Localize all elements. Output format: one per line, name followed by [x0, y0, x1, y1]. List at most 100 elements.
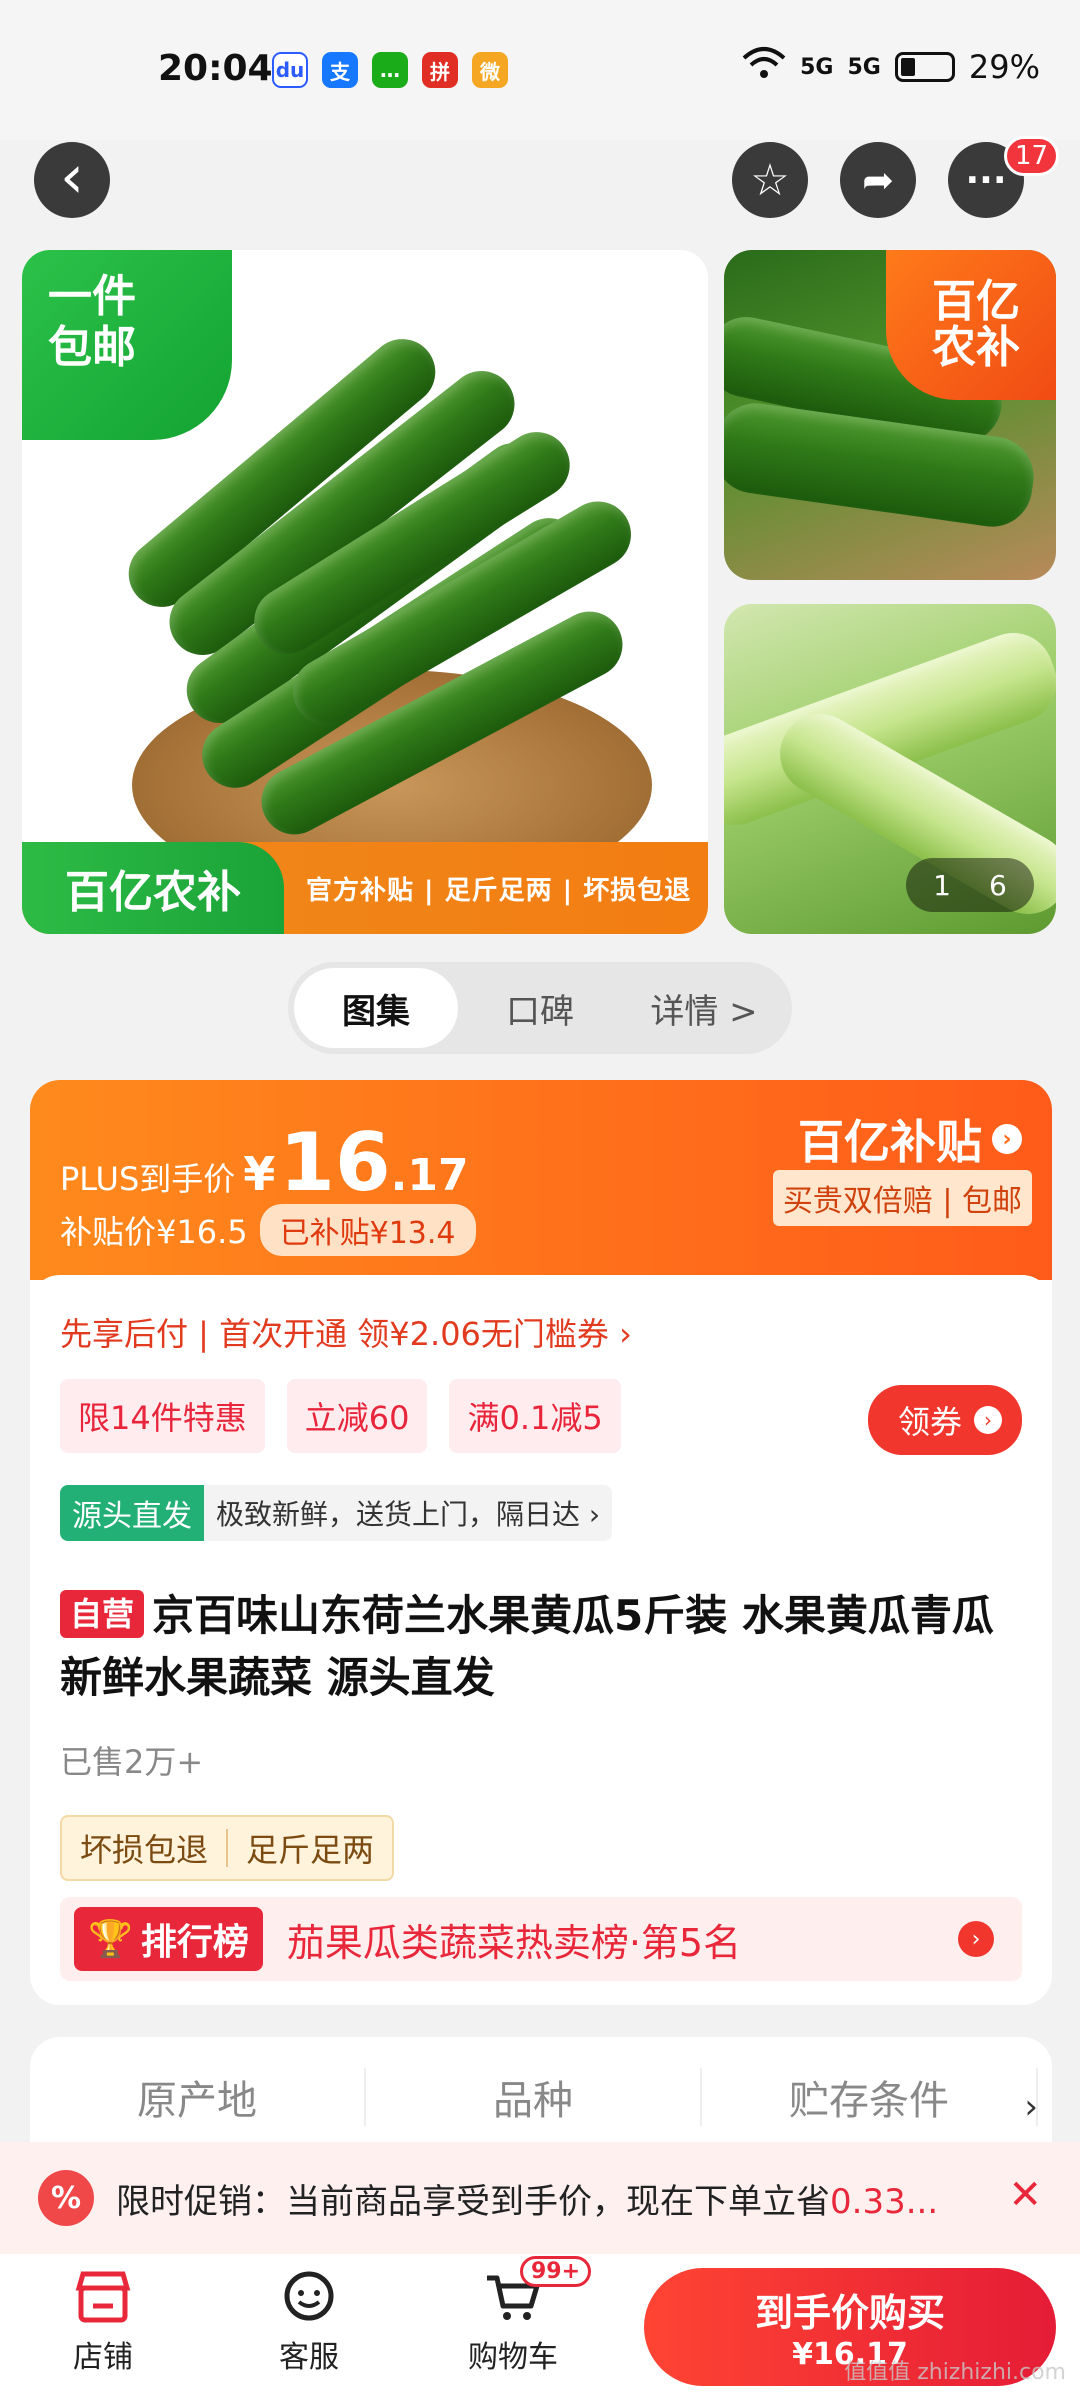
promo-banner-body: 限时促销：当前商品享受到手价，现在下单立省 [116, 2181, 830, 2222]
billion-subsidy-link[interactable]: 百亿补贴 › [798, 1106, 1022, 1172]
wifi-icon [742, 46, 786, 88]
pdd-icon: 拼 [422, 52, 458, 88]
cart-button[interactable]: 购物车 99+ [448, 2256, 592, 2376]
promo-tag: 立减60 [286, 1379, 428, 1453]
gallery-thumb-2[interactable]: 1 6 [724, 604, 1056, 934]
promo-tag: 满0.1减5 [449, 1379, 621, 1453]
buy-label: 到手价购买 [754, 2291, 945, 2335]
shop-label: 店铺 [73, 2340, 133, 2375]
bottom-action-bar: 店铺 客服 购物车 99+ 到手价购买 ¥16.17 值值值 zhizhizhi… [0, 2254, 1080, 2400]
promo-tag: 限14件特惠 [60, 1379, 265, 1453]
attr-storage: 贮存条件 [702, 2068, 1038, 2126]
price-integer: 16 [279, 1116, 391, 1209]
chevron-right-icon: › [958, 1921, 994, 1957]
content-tabs: 图集 口碑 详情 > [288, 962, 792, 1054]
cart-label: 购物车 [468, 2340, 558, 2375]
cart-count-badge: 99+ [520, 2256, 592, 2287]
customer-service-button[interactable]: 客服 [244, 2270, 374, 2376]
status-bar: 20:04 du 支 … 拼 微 5G 5G 29% [0, 0, 1080, 140]
price-card: PLUS到手价 ¥ 16 .17 补贴价¥16.5 已补贴¥13.4 百亿补贴 … [30, 1080, 1052, 2005]
subsidy-corner-logo: 百亿 农补 [886, 250, 1056, 400]
pager-current: 1 [933, 868, 951, 902]
attr-origin: 原产地 [30, 2068, 366, 2126]
subsidized-badge: 已补贴¥13.4 [259, 1204, 476, 1256]
share-button[interactable]: ➦ [840, 142, 916, 218]
source-direct-row[interactable]: 源头直发 极致新鲜，送货上门，隔日达 › [60, 1485, 613, 1541]
store-icon [72, 2270, 134, 2324]
guarantee-tag: 足斤足两 [246, 1831, 375, 1869]
discount-icon: % [38, 2170, 94, 2226]
weibo-icon: 微 [472, 52, 508, 88]
chat-icon [278, 2270, 340, 2324]
battery-icon [894, 52, 955, 82]
free-shipping-badge: 一件 包邮 [22, 250, 232, 440]
service-label: 客服 [279, 2340, 339, 2375]
get-coupon-button[interactable]: 领券 › [867, 1385, 1022, 1455]
promo-banner[interactable]: % 限时促销：当前商品享受到手价，现在下单立省0.33... ✕ [0, 2142, 1080, 2254]
plus-price: PLUS到手价 ¥ 16 .17 [60, 1116, 469, 1209]
guarantee-tags[interactable]: 坏损包退 足斤足两 [60, 1815, 395, 1881]
chevron-right-icon: › [974, 1406, 1002, 1434]
baidu-icon: du [272, 52, 308, 88]
promo-banner-text: 限时促销：当前商品享受到手价，现在下单立省0.33... [116, 2174, 976, 2223]
sold-count: 已售2万+ [60, 1743, 204, 1781]
promo-banner-highlight: 0.33... [830, 2181, 939, 2222]
shop-button[interactable]: 店铺 [38, 2270, 168, 2376]
currency-symbol: ¥ [243, 1147, 276, 1201]
tab-details[interactable]: 详情 > [622, 968, 786, 1048]
back-icon: ‹ [60, 142, 84, 212]
gallery-thumb-1[interactable]: 百亿 农补 [724, 250, 1056, 580]
credit-pay-link[interactable]: 先享后付 | 首次开通 领¥2.06无门槛券 › [60, 1309, 632, 1355]
tab-gallery[interactable]: 图集 [294, 968, 458, 1048]
source-text: 极致新鲜，送货上门，隔日达 › [216, 1498, 601, 1531]
gallery-pager: 1 6 [906, 858, 1034, 912]
ranking-text: 茄果瓜类蔬菜热卖榜·第5名 [286, 1920, 742, 1965]
back-button[interactable]: ‹ [34, 142, 110, 218]
strip-tags: 官方补贴 | 足斤足两 | 坏损包退 [306, 875, 692, 906]
tab-reviews[interactable]: 口碑 [458, 968, 622, 1048]
signal-2-icon: 5G [847, 54, 881, 80]
self-operated-tag: 自营 [60, 1590, 145, 1638]
source-tag: 源头直发 [60, 1485, 204, 1541]
wechat-msg-icon: … [372, 52, 408, 88]
ranking-row[interactable]: 🏆 排行榜 茄果瓜类蔬菜热卖榜·第5名 › [60, 1897, 1022, 1981]
offer-section: 先享后付 | 首次开通 领¥2.06无门槛券 › 限14件特惠 立减60 满0.… [30, 1275, 1052, 2005]
guarantee-tag: 坏损包退 [80, 1831, 209, 1869]
price-header: PLUS到手价 ¥ 16 .17 补贴价¥16.5 已补贴¥13.4 百亿补贴 … [30, 1080, 1052, 1280]
close-icon[interactable]: ✕ [1008, 2172, 1042, 2218]
watermark: 值值值 zhizhizhi.com [844, 2360, 1066, 2385]
subsidy-price: 补贴价¥16.5 [60, 1213, 248, 1251]
promo-tags: 限14件特惠 立减60 满0.1减5 [60, 1379, 621, 1453]
status-right: 5G 5G 29% [742, 46, 1040, 88]
share-icon: ➦ [862, 158, 894, 202]
notification-icons: du 支 … 拼 微 [272, 52, 508, 88]
product-title: 自营 京百味山东荷兰水果黄瓜5斤装 水果黄瓜青瓜新鲜水果蔬菜 源头直发 [60, 1585, 1020, 1709]
attributes-row: 原产地 品种 贮存条件 › [30, 2037, 1052, 2157]
more-badge: 17 [1004, 136, 1060, 176]
chevron-right-icon: › [992, 1124, 1022, 1154]
image-bottom-strip: 百亿农补 官方补贴 | 足斤足两 | 坏损包退 [22, 842, 708, 934]
status-time: 20:04 [158, 48, 273, 89]
free-shipping-text: 一件 包邮 [48, 271, 136, 373]
chevron-right-icon[interactable]: › [1024, 2087, 1038, 2127]
more-icon: ··· [965, 159, 1007, 201]
product-title-text: 京百味山东荷兰水果黄瓜5斤装 水果黄瓜青瓜新鲜水果蔬菜 源头直发 [60, 1591, 994, 1702]
signal-1-icon: 5G [800, 54, 834, 80]
product-gallery: 一件 包邮 百亿农补 官方补贴 | 足斤足两 | 坏损包退 百亿 农补 1 6 [0, 250, 1080, 940]
plus-label: PLUS到手价 [60, 1160, 236, 1198]
star-icon: ☆ [750, 154, 790, 206]
battery-percent: 29% [968, 48, 1040, 86]
attr-variety: 品种 [366, 2068, 702, 2126]
subsidy-corner-text: 百亿 农补 [932, 275, 1020, 373]
brand-tag: 买贵双倍赔 | 包邮 [772, 1170, 1032, 1226]
price-decimal: .17 [390, 1150, 469, 1201]
coupon-label: 领券 [897, 1403, 962, 1441]
ranking-tag-label: 排行榜 [140, 1922, 249, 1963]
favorite-button[interactable]: ☆ [732, 142, 808, 218]
main-product-image[interactable]: 一件 包邮 百亿农补 官方补贴 | 足斤足两 | 坏损包退 [22, 250, 708, 934]
alipay-icon: 支 [322, 52, 358, 88]
subsidy-row: 补贴价¥16.5 已补贴¥13.4 [60, 1204, 476, 1256]
trophy-icon: 🏆 [88, 1919, 133, 1960]
subsidy-logo: 百亿农补 [22, 842, 284, 934]
pager-total: 6 [989, 868, 1007, 902]
